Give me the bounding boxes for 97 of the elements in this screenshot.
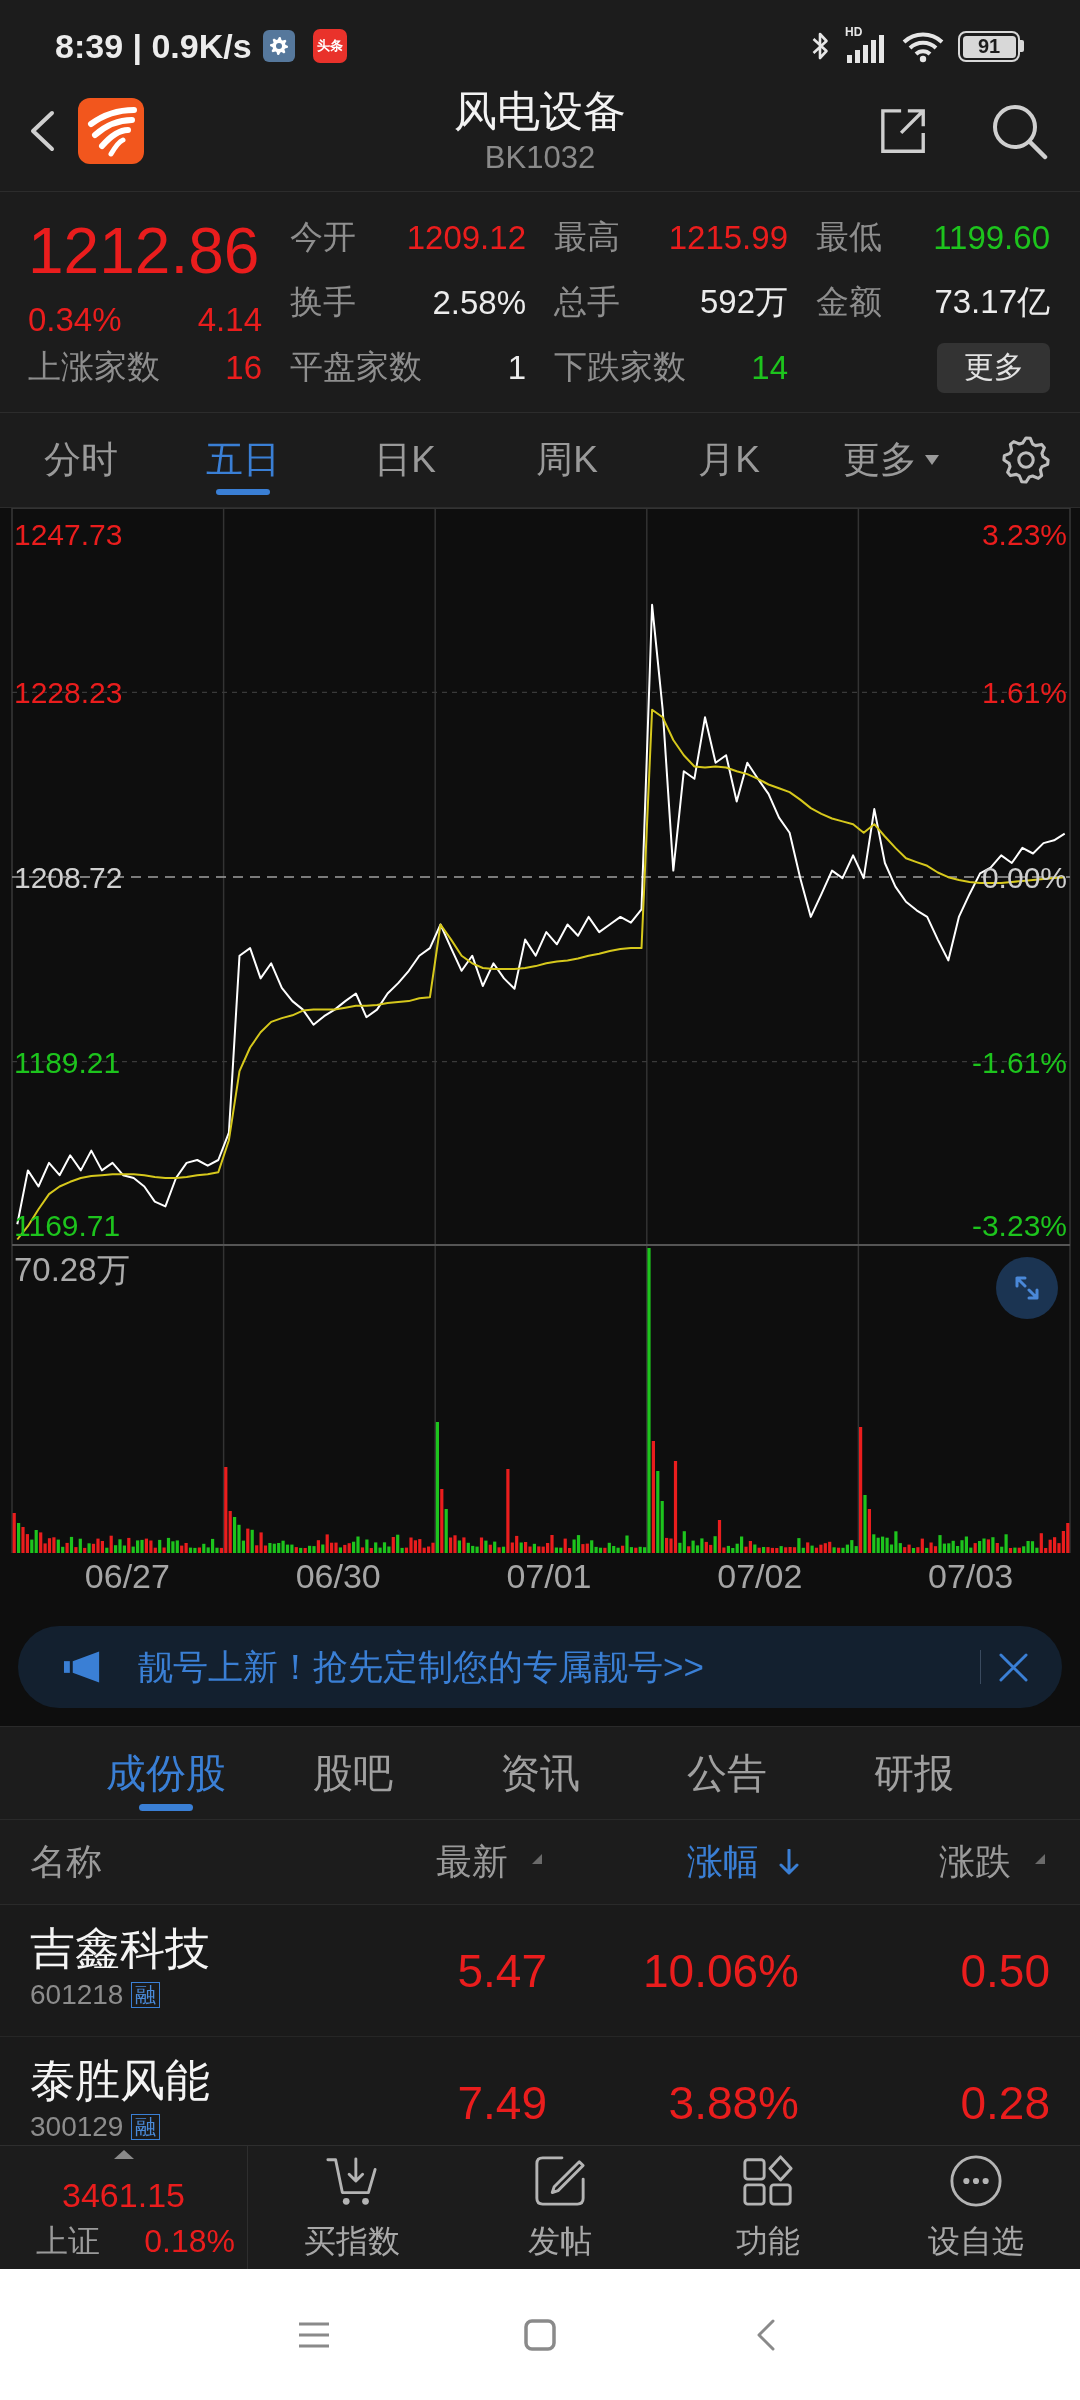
stock-name: 吉鑫科技 (30, 1926, 211, 1972)
current-price: 1212.86 (28, 218, 261, 284)
price-cell-text: 7.49 (456, 2075, 547, 2130)
stat-value: 1199.60 (933, 218, 1050, 257)
caret-down-icon (925, 455, 939, 465)
index-change: 0.18% (144, 2222, 235, 2260)
change-cell-text: 0.50 (959, 1943, 1050, 1998)
chart-tab[interactable]: 分时 (0, 413, 162, 507)
close-icon[interactable] (999, 1652, 1028, 1682)
expand-icon[interactable] (996, 1257, 1058, 1319)
stock-name: 泰胜风能 (30, 2058, 211, 2104)
banner-text: 靓号上新！抢先定制您的专属靓号>> (138, 1645, 704, 1688)
stat-value: 14 (751, 348, 788, 387)
chart-tab[interactable]: 更多 (810, 413, 972, 507)
percent-axis-label: -1.61% (971, 1045, 1067, 1079)
y-axis-label: 1189.21 (14, 1045, 121, 1079)
stat-value: 592万 (699, 282, 788, 322)
percent-axis-label: 1.61% (981, 676, 1067, 710)
bluetooth-icon (810, 31, 831, 61)
stat-label: 最低 (816, 217, 882, 257)
stat-value: 1 (507, 348, 526, 387)
sub-tab[interactable]: 股吧 (259, 1727, 447, 1819)
margin-badge: 融 (131, 1982, 161, 2008)
stat-label: 上涨家数 (28, 347, 160, 387)
status-time: 8:39 | 0.9K/s (55, 26, 252, 66)
stat-value: 2.58% (432, 283, 526, 322)
sort-header[interactable]: 涨跌 (939, 1837, 1045, 1887)
stat-label: 最高 (554, 217, 620, 257)
date-label: 06/27 (83, 1556, 171, 1597)
battery-indicator: 91 (958, 30, 1024, 62)
change-percent: 0.34% (28, 300, 122, 340)
search-icon[interactable] (990, 102, 1048, 160)
chart-tab[interactable]: 日K (324, 413, 486, 507)
y-axis-max-label: 1247.73 (14, 518, 123, 551)
nav-button[interactable]: 功能 (664, 2146, 872, 2269)
column-header: 名称 (30, 1839, 102, 1884)
app-logo-icon (78, 98, 144, 164)
news-app-badge: 头条 (312, 29, 347, 63)
edit-icon (533, 2154, 587, 2208)
more-button[interactable]: 更多 (937, 342, 1050, 393)
date-label: 07/03 (927, 1556, 1015, 1597)
change-percent-cell-text: 10.06% (642, 1943, 799, 1998)
stat-value: 73.17亿 (934, 282, 1050, 322)
page-title: 风电设备 (454, 86, 626, 136)
chart-tab[interactable]: 五日 (162, 413, 324, 507)
sub-tab[interactable]: 成份股 (73, 1727, 260, 1819)
sub-tab[interactable]: 资讯 (446, 1727, 634, 1819)
network-type-label: HD (845, 26, 863, 39)
grid-icon (741, 2154, 795, 2208)
percent-min-label: -3.23% (971, 1209, 1067, 1242)
promo-banner[interactable]: 靓号上新！抢先定制您的专属靓号>> (18, 1626, 1062, 1708)
stock-code: 601218 (30, 1980, 124, 2010)
stat-value: 1215.99 (668, 218, 788, 257)
index-value: 3461.15 (62, 2175, 185, 2215)
sort-header[interactable]: 涨幅 (687, 1837, 799, 1887)
stock-row[interactable]: 吉鑫科技 601218 融 5.47 10.06% 0.50 (0, 1905, 1080, 2037)
volume-max-label: 70.28万 (14, 1252, 130, 1288)
stock-code: 300129 (30, 2112, 124, 2142)
change-percent-cell-text: 3.88% (667, 2075, 799, 2130)
date-label: 06/30 (294, 1556, 382, 1597)
square-icon[interactable] (524, 2318, 556, 2351)
nav-button[interactable]: 发帖 (456, 2146, 664, 2269)
cart-icon (325, 2154, 379, 2208)
stat-value: 16 (225, 348, 262, 387)
sector-code: BK1032 (484, 140, 596, 176)
chart-tab[interactable]: 周K (486, 413, 648, 507)
date-label: 07/02 (716, 1556, 804, 1597)
nav-button[interactable]: 买指数 (248, 2146, 456, 2269)
stat-label: 总手 (554, 282, 620, 322)
gear-app-icon (262, 30, 295, 62)
stat-label: 平盘家数 (290, 347, 422, 387)
sort-header[interactable]: 最新 (436, 1837, 542, 1887)
percent-max-label: 3.23% (981, 518, 1067, 551)
settings-icon[interactable] (1002, 436, 1050, 484)
price-cell-text: 5.47 (456, 1943, 547, 1998)
caret-up-icon[interactable] (113, 2150, 134, 2159)
stat-label: 金额 (816, 282, 882, 322)
change-cell-text: 0.28 (959, 2075, 1050, 2130)
change-amount: 4.14 (197, 300, 262, 340)
index-name: 上证 (36, 2222, 100, 2260)
stat-label: 换手 (290, 282, 356, 322)
sub-tab[interactable]: 研报 (820, 1727, 1007, 1819)
sort-triangle-icon (1035, 1854, 1045, 1864)
sub-tab[interactable]: 公告 (633, 1727, 821, 1819)
down-arrow-icon (779, 1849, 799, 1875)
stat-label: 今开 (290, 217, 356, 257)
margin-badge: 融 (131, 2114, 161, 2140)
stat-label: 下跌家数 (554, 347, 686, 387)
more-icon (949, 2154, 1003, 2208)
menu-icon[interactable] (298, 2320, 330, 2349)
nav-button[interactable]: 设自选 (872, 2146, 1080, 2269)
y-axis-label: 1228.23 (14, 676, 123, 710)
back-icon[interactable] (28, 110, 56, 152)
date-label: 07/01 (505, 1556, 593, 1597)
stat-value: 1209.12 (406, 218, 526, 257)
sort-triangle-icon (532, 1854, 542, 1864)
chart-tab[interactable]: 月K (648, 413, 810, 507)
